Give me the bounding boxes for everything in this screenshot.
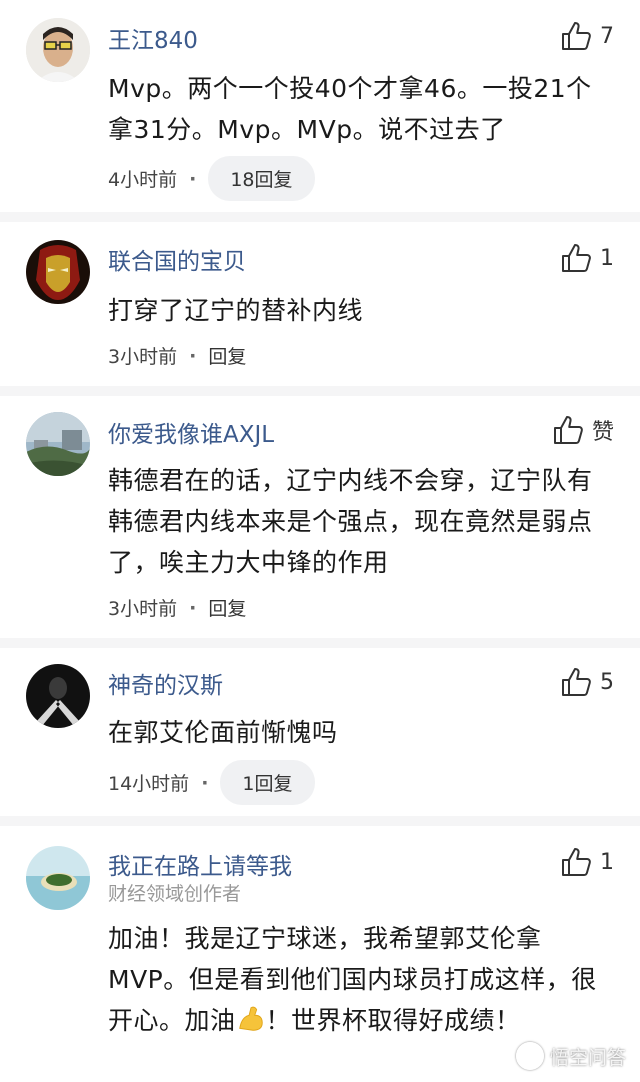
comment-text-part: ！世界杯取得好成绩！: [265, 1006, 521, 1035]
reply-button[interactable]: 回复: [208, 594, 246, 621]
reply-button[interactable]: 回复: [208, 342, 246, 369]
separator-dot: ·: [201, 771, 209, 794]
dark-figure-icon: [26, 664, 90, 728]
comment-meta: 3小时前 · 回复: [108, 342, 246, 369]
thumbs-up-icon: [562, 244, 591, 272]
iron-man-icon: [26, 240, 90, 304]
thumbs-up-icon: [553, 416, 583, 444]
divider: [0, 212, 640, 222]
author-title: 财经领域创作者: [108, 883, 242, 905]
thumbs-up-icon: [562, 848, 591, 876]
separator-dot: ·: [189, 344, 197, 367]
watermark-logo-icon: [515, 1042, 544, 1070]
avatar[interactable]: [26, 664, 90, 728]
timestamp: 4小时前: [108, 169, 178, 191]
reply-count-button[interactable]: 18回复: [208, 156, 315, 201]
thumbs-up-icon: [562, 22, 591, 50]
divider: [0, 638, 640, 648]
username[interactable]: 神奇的汉斯: [108, 666, 223, 700]
watermark: 悟空问答: [515, 1042, 626, 1070]
like-count: 5: [600, 669, 614, 695]
comment-text: Mvp。两个一个投40个才拿46。一投21个拿31分。Mvp。MVp。说不过去了: [108, 74, 592, 144]
like-count: 7: [600, 23, 614, 49]
avatar[interactable]: [26, 846, 90, 910]
avatar[interactable]: [26, 240, 90, 304]
reply-count-button[interactable]: 1回复: [220, 760, 315, 805]
man-with-glasses-icon: [26, 18, 90, 82]
like-button[interactable]: 7: [560, 20, 614, 52]
divider: [0, 816, 640, 826]
like-button[interactable]: 5: [560, 666, 614, 698]
watermark-text: 悟空问答: [549, 1046, 626, 1069]
like-button[interactable]: 1: [560, 242, 614, 274]
separator-dot: ·: [189, 596, 197, 619]
like-button[interactable]: 1: [560, 846, 614, 878]
comment-text: 加油！我是辽宁球迷，我希望郭艾伦拿MVP。但是看到他们国内球员打成这样，很开心。…: [108, 918, 608, 1041]
username[interactable]: 我正在路上请等我: [108, 847, 292, 881]
island-icon: [26, 846, 90, 910]
divider: [0, 386, 640, 396]
like-button[interactable]: 赞: [552, 414, 614, 446]
separator-dot: ·: [189, 167, 197, 190]
like-count: 1: [600, 245, 614, 271]
comment-text: 打穿了辽宁的替补内线: [108, 296, 364, 325]
timestamp: 3小时前: [108, 598, 178, 620]
comment-meta: 3小时前 · 回复: [108, 594, 246, 621]
comment-meta: 4小时前 · 18回复: [108, 156, 315, 201]
flexed-biceps-icon: [238, 1006, 263, 1031]
timestamp: 3小时前: [108, 346, 178, 368]
avatar[interactable]: [26, 18, 90, 82]
thumbs-up-icon: [562, 668, 591, 696]
landscape-icon: [26, 412, 90, 476]
like-count: 赞: [591, 420, 614, 445]
comment-text: 在郭艾伦面前惭愧吗: [108, 718, 338, 747]
timestamp: 14小时前: [108, 773, 190, 795]
comment-text: 韩德君在的话，辽宁内线不会穿，辽宁队有韩德君内线本来是个强点，现在竟然是弱点了，…: [108, 466, 593, 577]
username[interactable]: 联合国的宝贝: [108, 242, 246, 276]
like-count: 1: [600, 849, 614, 875]
avatar[interactable]: [26, 412, 90, 476]
username[interactable]: 你爱我像谁AXJL: [108, 415, 274, 449]
username[interactable]: 王江840: [108, 21, 198, 55]
comment-meta: 14小时前 · 1回复: [108, 760, 315, 805]
